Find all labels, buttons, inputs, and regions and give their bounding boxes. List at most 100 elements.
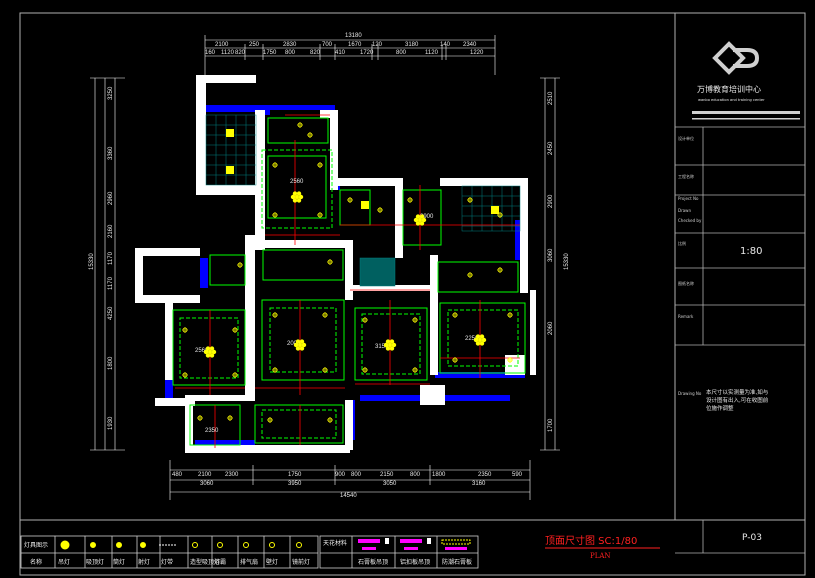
legend-item-name: 排气扇 bbox=[240, 558, 258, 566]
company-name-cn: 万博教育培训中心 bbox=[697, 84, 761, 94]
legend-item-name: 吊灯 bbox=[58, 558, 70, 566]
exhaust-fan-icon bbox=[243, 542, 249, 548]
downlight-icon bbox=[267, 417, 273, 423]
downlight-icon bbox=[272, 212, 278, 218]
legend-item-name: 射灯 bbox=[138, 558, 150, 566]
right-dimensions bbox=[540, 77, 560, 451]
downlight-icon bbox=[327, 417, 333, 423]
downlight-icon bbox=[272, 312, 278, 318]
downlight-icon bbox=[412, 317, 418, 323]
legend-item-name: 灯带 bbox=[161, 558, 173, 566]
material-names: 石膏板吊顶 铝扣板吊顶 防潮石膏板 bbox=[358, 558, 472, 566]
top-seg-dim: 1670 bbox=[348, 42, 362, 48]
title-block-field-label: Drawn bbox=[678, 208, 691, 213]
remark-line-2: 设计图有出入,可在收图前 bbox=[706, 396, 769, 404]
material-name: 防潮石膏板 bbox=[442, 558, 472, 566]
room-dimension-label: 2350 bbox=[205, 428, 219, 434]
ceiling-fixture-icon bbox=[192, 542, 198, 548]
floor-plan bbox=[135, 75, 536, 453]
downlight-icon bbox=[362, 367, 368, 373]
title-block-labels: 设计单位工程名称 Project No Drawn Checked by 比例图纸名称 R… bbox=[678, 135, 702, 396]
bath-heater-icon bbox=[361, 201, 369, 209]
top-seg-dim: 2830 bbox=[283, 42, 297, 48]
right-segment-labels: 2510 2450 2900 3060 2060 1700 bbox=[548, 91, 554, 432]
downlight-icon bbox=[322, 312, 328, 318]
title-block-field-label: 比例 bbox=[678, 240, 686, 246]
downlight-icon bbox=[347, 197, 353, 203]
downlight-icon bbox=[297, 122, 303, 128]
top-seg-dim: 140 bbox=[440, 42, 451, 48]
legend-item-name: 筒灯 bbox=[113, 558, 125, 566]
remark-line-3: 位施作调整 bbox=[706, 404, 734, 412]
material-swatch-moisture bbox=[441, 539, 471, 545]
bottom-row1-labels: 480 2100 2300 1750 900 800 2150 800 1800 2350 590 bbox=[172, 472, 523, 478]
bottom-seg-dim: 800 bbox=[410, 472, 421, 478]
title-block-field-label: Drawing No bbox=[678, 391, 702, 396]
title-block-field-label: Checked by bbox=[678, 218, 702, 223]
bottom-seg-dim: 3050 bbox=[383, 481, 397, 487]
chandelier-icon bbox=[290, 191, 304, 203]
material-swatch-gypsum bbox=[358, 539, 380, 543]
downlight-icon bbox=[412, 367, 418, 373]
company-name-en: wanbo education and training center bbox=[698, 98, 765, 102]
downlight-icon bbox=[507, 312, 513, 318]
right-seg-dim: 1700 bbox=[548, 418, 554, 432]
bottom-seg-dim: 2350 bbox=[478, 472, 492, 478]
downlight-icon bbox=[407, 197, 413, 203]
bottom-row2-labels: 3060 3950 3050 3160 bbox=[200, 481, 486, 487]
right-seg-dim: 3060 bbox=[548, 248, 554, 262]
legend-icons bbox=[60, 540, 302, 550]
company-logo bbox=[712, 41, 760, 75]
title-block-field-label: 设计单位 bbox=[678, 135, 694, 141]
downlight-icon bbox=[272, 162, 278, 168]
bottom-seg-dim: 480 bbox=[172, 472, 183, 478]
bottom-seg-dim: 3060 bbox=[200, 481, 214, 487]
downlight-icon bbox=[237, 262, 243, 268]
top-subseg-dim: 820 bbox=[235, 50, 246, 56]
legend-names: 吊灯 吸顶灯 筒灯 射灯 灯带 造型吸顶灯浴霸 排气扇 壁灯 镜前灯 bbox=[58, 558, 310, 566]
top-total-dim: 13180 bbox=[345, 33, 362, 39]
downlight-icon bbox=[232, 327, 238, 333]
downlight-icon bbox=[467, 272, 473, 278]
right-seg-dim: 2060 bbox=[548, 321, 554, 335]
top-seg-dim: 2100 bbox=[215, 42, 229, 48]
top-subseg-dim: 800 bbox=[396, 50, 407, 56]
bottom-seg-dim: 3160 bbox=[472, 481, 486, 487]
title-block-field-label: 图纸名称 bbox=[678, 280, 694, 286]
bath-heater-icon bbox=[217, 542, 223, 548]
bottom-seg-dim: 1800 bbox=[432, 472, 446, 478]
legend-name-label: 名称 bbox=[30, 558, 42, 566]
left-seg-dim: 1170 bbox=[108, 251, 114, 265]
left-seg-dim: 1170 bbox=[108, 276, 114, 290]
bottom-seg-dim: 900 bbox=[335, 472, 346, 478]
drawing-title: 顶面尺寸图 SC:1/80 bbox=[545, 534, 637, 547]
top-seg-dim: 250 bbox=[249, 42, 260, 48]
top-seg-dim: 700 bbox=[322, 42, 333, 48]
left-seg-dim: 1930 bbox=[108, 416, 114, 430]
downlight-icon bbox=[307, 132, 313, 138]
top-subseg-dim: 160 bbox=[205, 50, 216, 56]
title-block-grid bbox=[675, 126, 805, 554]
left-seg-dim: 4250 bbox=[108, 306, 114, 320]
material-swatch-aluminum bbox=[400, 539, 422, 543]
top-subseg-dim: 410 bbox=[335, 50, 346, 56]
top-segment-labels: 2100 250 2830 700 1670 120 3180 140 2340 bbox=[215, 42, 477, 48]
downlight-icon bbox=[232, 372, 238, 378]
bottom-seg-dim: 2100 bbox=[198, 472, 212, 478]
drawing-number: P-03 bbox=[742, 533, 762, 543]
title-block-field-label: Project No bbox=[678, 196, 699, 201]
legend-table: 灯具图示 名称 吊灯 吸顶灯 筒灯 射灯 灯带 造型吸顶灯浴霸 排气扇 壁灯 镜前灯 天花材料 … bbox=[20, 535, 479, 569]
bottom-seg-dim: 2300 bbox=[225, 472, 239, 478]
material-name: 石膏板吊顶 bbox=[358, 558, 388, 566]
bottom-seg-dim: 800 bbox=[351, 472, 362, 478]
bath-heater-icon bbox=[226, 129, 234, 137]
right-seg-dim: 2510 bbox=[548, 91, 554, 105]
top-subseg-dim: 1120 bbox=[425, 50, 439, 56]
room-dimension-label: 2560 bbox=[290, 179, 304, 185]
bottom-total-dim: 14540 bbox=[340, 493, 357, 499]
top-seg-dim: 2340 bbox=[463, 42, 477, 48]
downlight-icon bbox=[317, 212, 323, 218]
title-block-field-label: Remark bbox=[678, 314, 694, 319]
left-segment-labels: 3250 3360 2960 2160 1170 1170 4250 1800 1930 bbox=[108, 86, 114, 430]
scale-value: 1:80 bbox=[740, 246, 762, 257]
